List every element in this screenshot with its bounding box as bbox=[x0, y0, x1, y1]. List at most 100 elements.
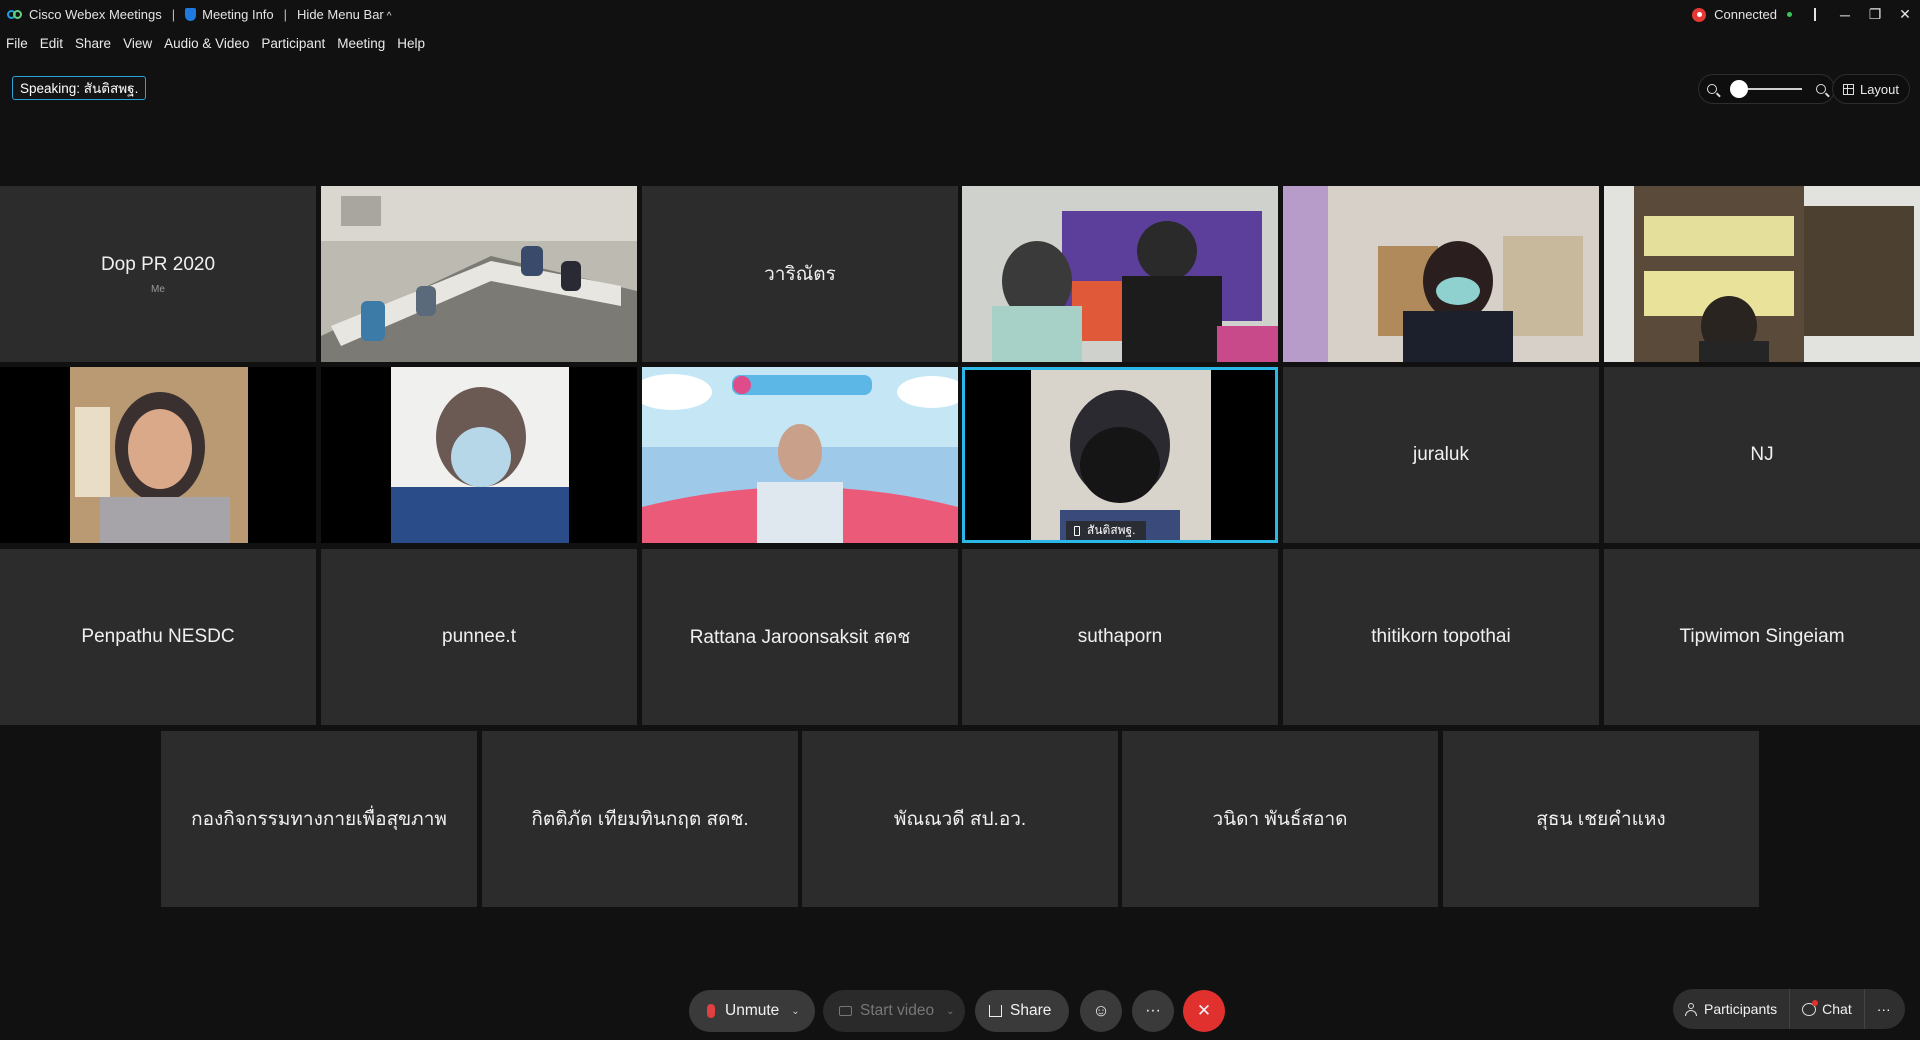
more-icon: ··· bbox=[1876, 1001, 1891, 1017]
participant-tile[interactable]: thitikorn topothai bbox=[1283, 549, 1599, 725]
participant-video-tile[interactable] bbox=[321, 367, 637, 543]
participant-video bbox=[321, 367, 637, 543]
participant-name: กองกิจกรรมทางกายเพื่อสุขภาพ bbox=[191, 809, 447, 830]
unmute-label: Unmute bbox=[725, 1002, 780, 1019]
participant-video-tile[interactable] bbox=[1604, 186, 1920, 362]
more-options-button[interactable]: ··· bbox=[1132, 990, 1174, 1032]
participant-tile[interactable]: พัณณวดี สป.อว. bbox=[802, 731, 1118, 907]
participant-name: thitikorn topothai bbox=[1371, 626, 1511, 647]
meeting-info-button[interactable]: Meeting Info bbox=[202, 7, 274, 22]
smiley-icon: ☺ bbox=[1092, 1001, 1110, 1020]
participant-name: Penpathu NESDC bbox=[81, 626, 235, 647]
panel-more-button[interactable]: ··· bbox=[1865, 989, 1903, 1029]
participant-video bbox=[0, 367, 316, 543]
start-video-label: Start video bbox=[860, 1002, 935, 1019]
title-separator: | bbox=[171, 7, 176, 22]
hide-menu-bar-button[interactable]: Hide Menu Bar ^ bbox=[297, 7, 391, 22]
conference-room-video bbox=[321, 186, 637, 362]
share-button[interactable]: Share bbox=[975, 990, 1069, 1032]
phone-icon bbox=[1074, 525, 1080, 536]
connected-indicator-icon bbox=[1787, 12, 1792, 17]
participant-video-tile[interactable] bbox=[642, 367, 958, 543]
participant-tile[interactable]: Tipwimon Singeiam bbox=[1604, 549, 1920, 725]
connection-status: Connected bbox=[1714, 7, 1777, 22]
participant-name: วนิดา พันธ์สอาด bbox=[1212, 809, 1348, 830]
leave-meeting-button[interactable]: ✕ bbox=[1183, 990, 1225, 1032]
chat-label: Chat bbox=[1822, 1001, 1852, 1017]
participant-name: Dop PR 2020 bbox=[100, 253, 216, 275]
participants-button[interactable]: Participants bbox=[1673, 989, 1791, 1029]
hide-menu-bar-label: Hide Menu Bar bbox=[297, 7, 384, 22]
layout-label: Layout bbox=[1859, 81, 1900, 97]
participant-name: juraluk bbox=[1413, 444, 1469, 465]
participant-tile[interactable]: กิตติภัต เทียมทินกฤต สดช. bbox=[482, 731, 798, 907]
participant-name: punnee.t bbox=[442, 626, 516, 647]
record-icon bbox=[1692, 7, 1707, 22]
menu-share[interactable]: Share bbox=[75, 36, 111, 51]
chevron-down-icon[interactable]: ⌄ bbox=[791, 1006, 799, 1017]
participant-video-tile[interactable] bbox=[0, 367, 316, 543]
minimize-button[interactable]: ─ bbox=[1830, 0, 1860, 29]
participant-name: NJ bbox=[1750, 444, 1774, 465]
share-label: Share bbox=[1010, 1002, 1052, 1019]
participant-tile[interactable]: วาริณัตร bbox=[642, 186, 958, 362]
participant-tile[interactable]: วนิดา พันธ์สอาด bbox=[1122, 731, 1438, 907]
participant-tile[interactable]: Penpathu NESDC bbox=[0, 549, 316, 725]
participant-name: กิตติภัต เทียมทินกฤต สดช. bbox=[531, 809, 749, 830]
zoom-control bbox=[1698, 74, 1835, 104]
active-speaker-name: สันติสพฐ. bbox=[1087, 523, 1136, 537]
participant-video-tile[interactable] bbox=[1283, 186, 1599, 362]
speaking-indicator: Speaking: สันติสพฐ. bbox=[12, 76, 147, 100]
active-speaker-name-tag: สันติสพฐ. bbox=[1066, 521, 1146, 540]
reactions-button[interactable]: ☺ bbox=[1080, 990, 1122, 1032]
chat-icon bbox=[1802, 999, 1819, 1016]
panel-toggle-group: Participants Chat ··· bbox=[1673, 989, 1905, 1029]
menu-participant[interactable]: Participant bbox=[261, 36, 325, 51]
restore-button[interactable]: ❐ bbox=[1860, 0, 1890, 29]
menu-meeting[interactable]: Meeting bbox=[337, 36, 385, 51]
menu-file[interactable]: File bbox=[6, 36, 28, 51]
close-window-button[interactable]: ✕ bbox=[1890, 0, 1920, 29]
start-video-button[interactable]: Start video ⌄ bbox=[823, 990, 965, 1032]
layout-button[interactable]: Layout bbox=[1832, 74, 1910, 104]
zoom-in-icon[interactable] bbox=[1816, 84, 1826, 94]
webex-logo-icon bbox=[7, 9, 23, 21]
participant-tile[interactable]: กองกิจกรรมทางกายเพื่อสุขภาพ bbox=[161, 731, 477, 907]
menu-audio-video[interactable]: Audio & Video bbox=[164, 36, 249, 51]
participant-tile[interactable]: suthaporn bbox=[962, 549, 1278, 725]
zoom-slider[interactable] bbox=[1729, 80, 1802, 98]
title-separator: | bbox=[283, 7, 288, 22]
microphone-muted-icon bbox=[707, 1004, 715, 1018]
participants-icon bbox=[1685, 1002, 1697, 1016]
participant-name: suthaporn bbox=[1077, 626, 1163, 647]
office-video bbox=[962, 186, 1278, 362]
participant-tile[interactable]: สุธน เชยคำแหง bbox=[1443, 731, 1759, 907]
share-icon bbox=[989, 1005, 1002, 1017]
participant-video-tile[interactable] bbox=[962, 186, 1278, 362]
office-video bbox=[1604, 186, 1920, 362]
office-video bbox=[1283, 186, 1599, 362]
title-divider bbox=[1814, 8, 1816, 21]
chat-button[interactable]: Chat bbox=[1790, 989, 1865, 1029]
participant-self-label: Me bbox=[151, 283, 165, 295]
participant-tile[interactable]: Dop PR 2020 Me bbox=[0, 186, 316, 362]
more-icon: ··· bbox=[1145, 1002, 1161, 1019]
participant-video-tile[interactable] bbox=[321, 186, 637, 362]
menu-edit[interactable]: Edit bbox=[40, 36, 63, 51]
menu-help[interactable]: Help bbox=[397, 36, 425, 51]
zoom-out-icon[interactable] bbox=[1707, 84, 1717, 94]
participant-name: Rattana Jaroonsaksit สดช bbox=[689, 627, 911, 648]
menu-view[interactable]: View bbox=[123, 36, 152, 51]
camera-off-icon bbox=[839, 1006, 852, 1016]
close-icon: ✕ bbox=[1196, 1001, 1212, 1020]
zoom-slider-thumb[interactable] bbox=[1729, 80, 1748, 98]
active-speaker-tile[interactable]: สันติสพฐ. bbox=[962, 367, 1278, 543]
participant-tile[interactable]: punnee.t bbox=[321, 549, 637, 725]
participants-label: Participants bbox=[1704, 1001, 1778, 1017]
participant-tile[interactable]: juraluk bbox=[1283, 367, 1599, 543]
participant-tile[interactable]: Rattana Jaroonsaksit สดช bbox=[642, 549, 958, 725]
participant-name: Tipwimon Singeiam bbox=[1679, 626, 1845, 647]
participant-tile[interactable]: NJ bbox=[1604, 367, 1920, 543]
unmute-button[interactable]: Unmute ⌄ bbox=[689, 990, 815, 1032]
chevron-down-icon[interactable]: ⌄ bbox=[946, 1006, 954, 1017]
